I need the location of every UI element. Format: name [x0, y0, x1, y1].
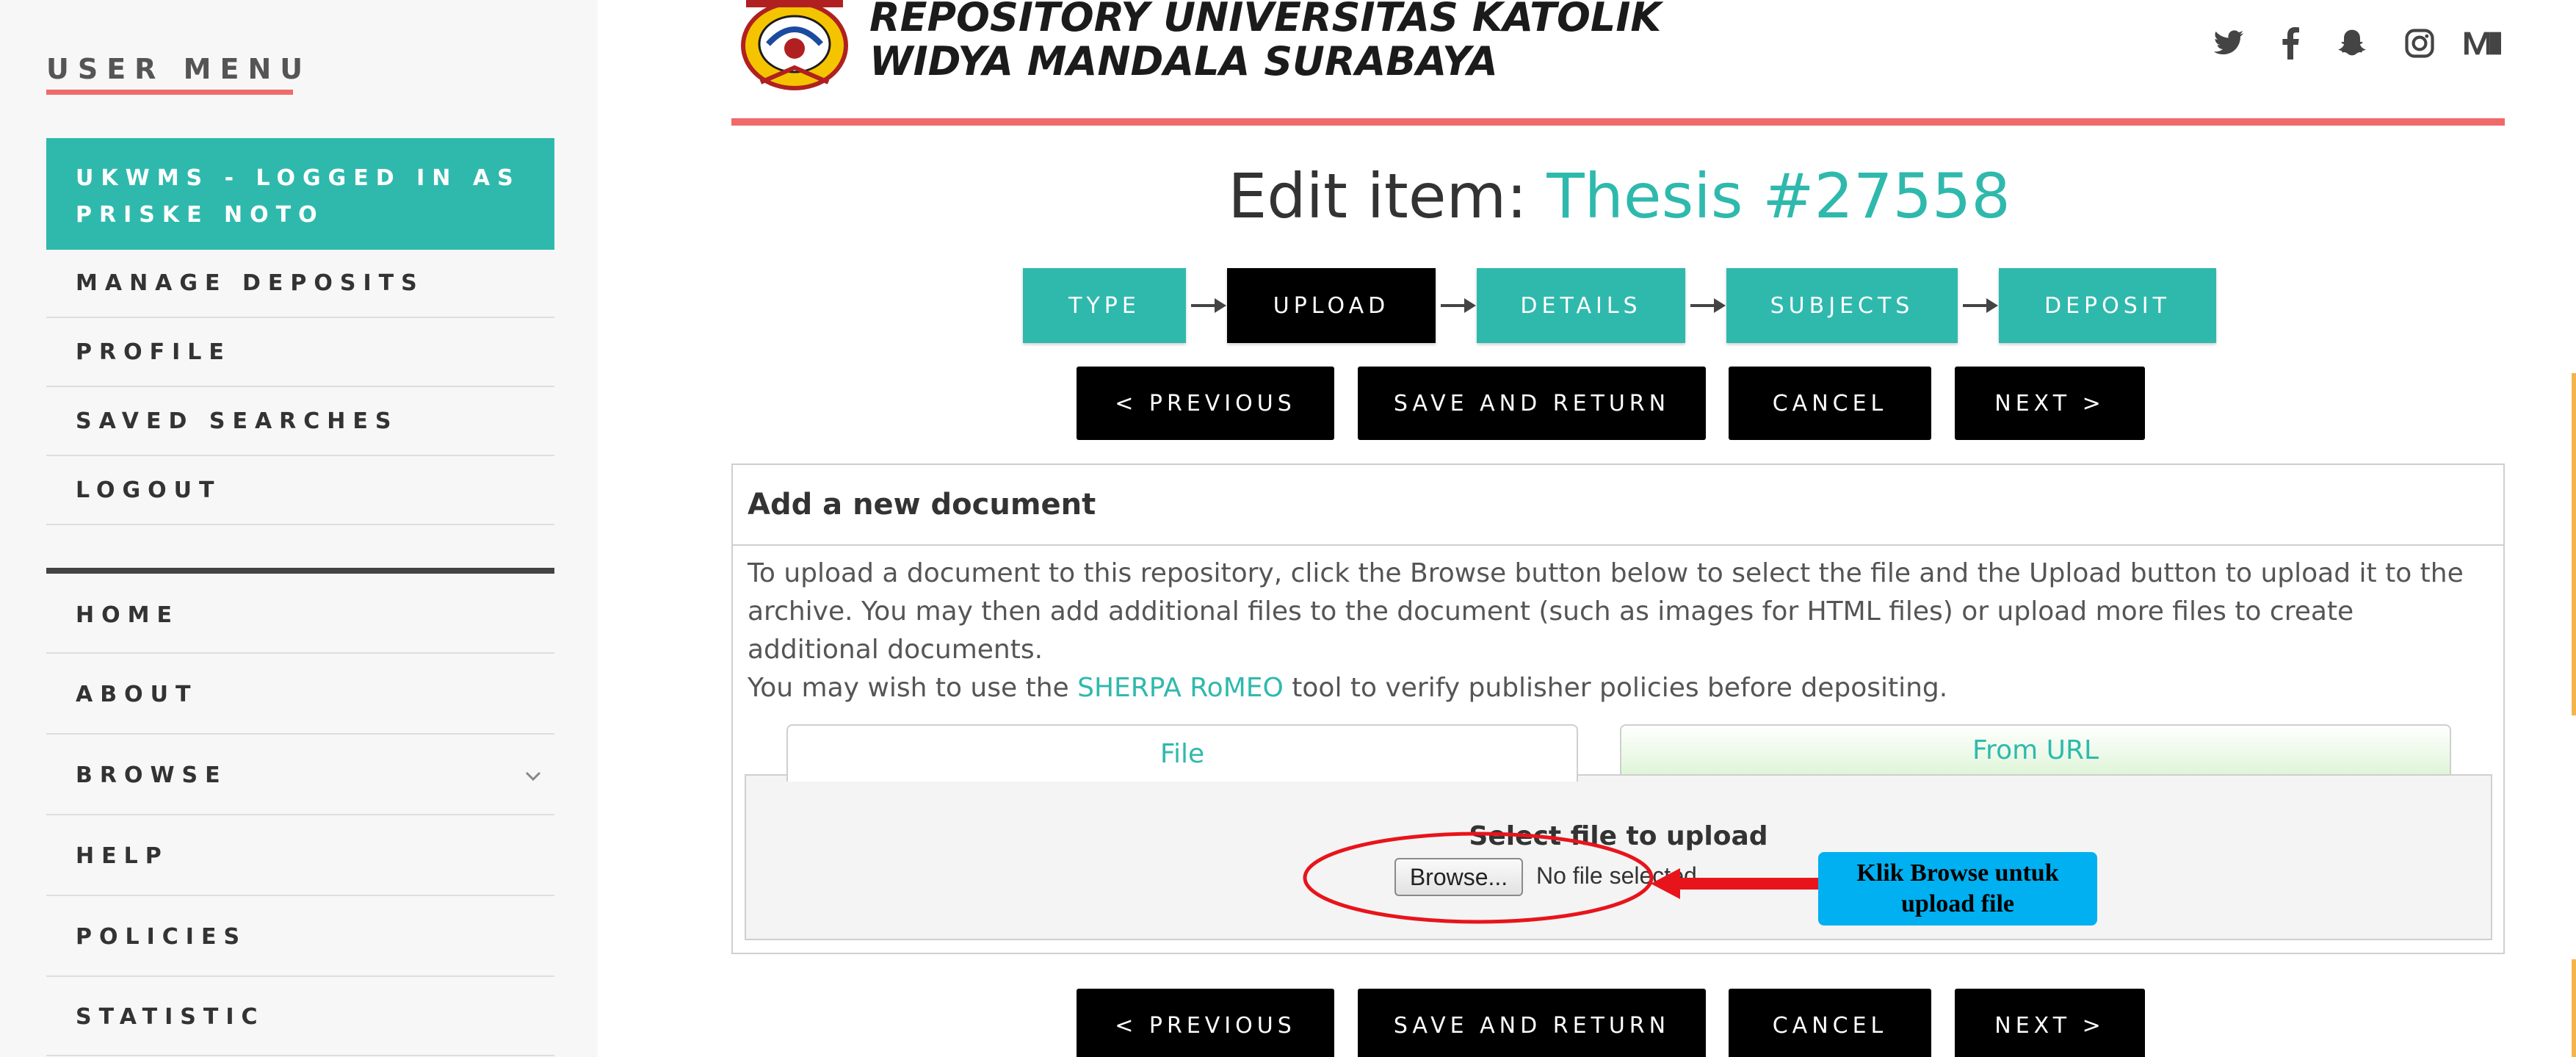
logged-in-status: UKWMS - LOGGED IN AS PRISKE NOTO [46, 138, 554, 250]
next-button-bottom[interactable]: NEXT > [1955, 989, 2145, 1057]
chevron-down-icon[interactable] [522, 765, 544, 787]
sherpa-text-after: tool to verify publisher policies before… [1283, 673, 1948, 703]
sidebar-item-manage-deposits[interactable]: MANAGE DEPOSITS [46, 250, 554, 318]
add-document-heading: Add a new document [733, 465, 2503, 546]
sidebar-item-about[interactable]: ABOUT [46, 655, 554, 735]
scrollbar-edge [2572, 959, 2576, 1057]
sherpa-text-before: You may wish to use the [748, 673, 1078, 703]
step-deposit[interactable]: DEPOSIT [1999, 268, 2216, 343]
step-upload[interactable]: UPLOAD [1227, 268, 1436, 343]
repository-title-line1: REPOSITORY UNIVERSITAS KATOLIK [869, 0, 1662, 40]
sidebar-divider [46, 568, 554, 574]
sidebar-item-home[interactable]: HOME [46, 577, 554, 654]
step-details[interactable]: DETAILS [1477, 268, 1685, 343]
step-subjects[interactable]: SUBJECTS [1726, 268, 1958, 343]
sidebar-item-logout[interactable]: LOGOUT [46, 457, 554, 525]
step-arrow-icon [1963, 298, 1998, 313]
annotation-callout: Klik Browse untuk upload file [1818, 852, 2097, 926]
twitter-icon[interactable] [2210, 25, 2247, 62]
step-arrow-icon [1441, 298, 1476, 313]
annotation-highlight-ellipse [1303, 831, 1654, 924]
page-title-prefix: Edit item: [1228, 160, 1547, 232]
repository-title-line2: WIDYA MANDALA SURABAYA [869, 38, 1498, 84]
sidebar-item-profile[interactable]: PROFILE [46, 319, 554, 387]
page-title-item: Thesis #27558 [1546, 160, 2011, 232]
sherpa-paragraph: You may wish to use the SHERPA RoMEO too… [748, 669, 2488, 707]
sidebar-item-statistic[interactable]: STATISTIC [46, 978, 554, 1056]
save-and-return-button-bottom[interactable]: SAVE AND RETURN [1358, 989, 1706, 1057]
sidebar-item-help[interactable]: HELP [46, 817, 554, 896]
cancel-button[interactable]: CANCEL [1729, 367, 1931, 440]
save-and-return-button[interactable]: SAVE AND RETURN [1358, 367, 1706, 440]
instructions-paragraph: To upload a document to this repository,… [748, 558, 2464, 665]
sidebar-item-policies[interactable]: POLICIES [46, 898, 554, 977]
add-document-instructions: To upload a document to this repository,… [748, 555, 2488, 707]
next-button[interactable]: NEXT > [1955, 367, 2145, 440]
step-type[interactable]: TYPE [1023, 268, 1186, 343]
medium-icon[interactable] [2464, 25, 2501, 62]
user-menu-underline [46, 90, 293, 95]
step-arrow-icon [1690, 298, 1726, 313]
repository-title[interactable]: REPOSITORY UNIVERSITAS KATOLIK WIDYA MAN… [869, 0, 1661, 84]
snapchat-icon[interactable] [2334, 25, 2370, 62]
tab-from-url[interactable]: From URL [1620, 724, 2451, 776]
sidebar: USER MENU UKWMS - LOGGED IN AS PRISKE NO… [0, 0, 598, 1057]
step-arrow-icon [1191, 298, 1226, 313]
previous-button-bottom[interactable]: < PREVIOUS [1077, 989, 1334, 1057]
sidebar-item-saved-searches[interactable]: SAVED SEARCHES [46, 388, 554, 456]
sherpa-romeo-link[interactable]: SHERPA RoMEO [1077, 673, 1284, 703]
sidebar-item-browse[interactable]: BROWSE [46, 736, 554, 815]
page-title: Edit item: Thesis #27558 [734, 160, 2504, 232]
instagram-icon[interactable] [2401, 25, 2438, 62]
cancel-button-bottom[interactable]: CANCEL [1729, 989, 1931, 1057]
facebook-icon[interactable] [2272, 25, 2309, 62]
previous-button[interactable]: < PREVIOUS [1077, 367, 1334, 440]
user-menu-title: USER MENU [46, 53, 312, 85]
annotation-arrow-icon [1651, 868, 1821, 899]
scrollbar-edge [2572, 373, 2576, 715]
sidebar-item-browse-label: BROWSE [76, 762, 228, 788]
tab-file[interactable]: File [786, 724, 1578, 782]
university-logo[interactable] [731, 0, 858, 97]
header-divider [731, 118, 2505, 126]
